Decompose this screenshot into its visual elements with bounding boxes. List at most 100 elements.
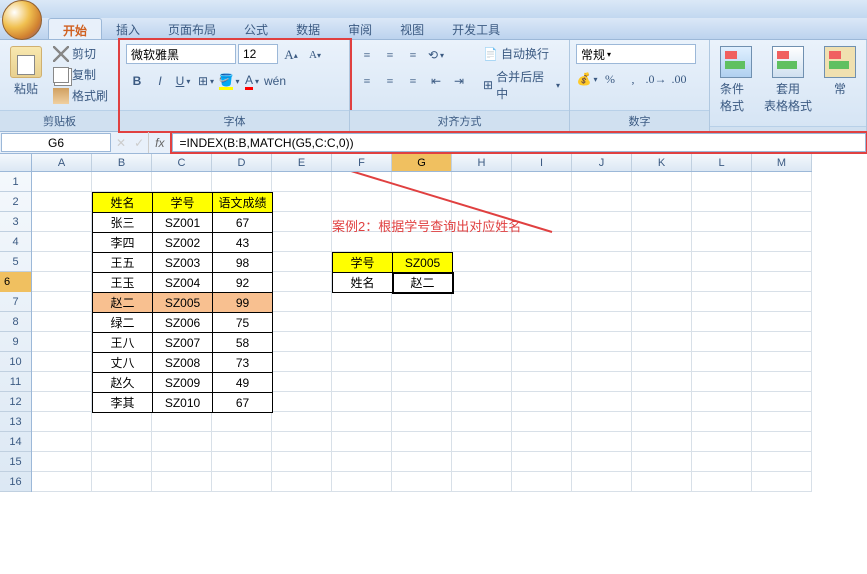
cell[interactable] (452, 372, 512, 392)
cell[interactable] (752, 472, 812, 492)
cell[interactable] (452, 472, 512, 492)
cell[interactable] (32, 452, 92, 472)
cell[interactable] (332, 192, 392, 212)
cell[interactable] (572, 332, 632, 352)
cell[interactable] (632, 292, 692, 312)
cell[interactable] (752, 252, 812, 272)
cell[interactable] (272, 432, 332, 452)
row-header-16[interactable]: 16 (0, 472, 31, 492)
cell[interactable] (572, 352, 632, 372)
cell[interactable] (332, 292, 392, 312)
grid-row[interactable] (32, 172, 867, 192)
font-size-select[interactable]: 12 (238, 44, 278, 64)
cell[interactable] (452, 312, 512, 332)
bold-button[interactable]: B (126, 70, 148, 92)
cell[interactable] (632, 252, 692, 272)
fill-color-button[interactable]: 🪣 (218, 70, 240, 92)
cell[interactable] (752, 392, 812, 412)
worksheet[interactable]: ABCDEFGHIJKLM 12345678910111213141516 姓名… (0, 154, 867, 574)
cell[interactable] (752, 452, 812, 472)
cell[interactable] (332, 172, 392, 192)
accept-formula-icon[interactable]: ✓ (134, 136, 144, 150)
cell[interactable] (32, 232, 92, 252)
formula-bar[interactable]: =INDEX(B:B,MATCH(G5,C:C,0)) (172, 133, 866, 152)
cell[interactable] (32, 172, 92, 192)
cell[interactable] (692, 232, 752, 252)
cell[interactable] (512, 292, 572, 312)
cell[interactable] (632, 212, 692, 232)
office-button[interactable] (2, 0, 42, 40)
indent-dec-button[interactable]: ⇤ (425, 70, 447, 92)
cell[interactable] (632, 392, 692, 412)
dec-decimal-button[interactable]: .00 (668, 68, 690, 90)
cell[interactable] (32, 192, 92, 212)
underline-button[interactable]: U (172, 70, 194, 92)
cell[interactable] (572, 412, 632, 432)
cell[interactable] (572, 272, 632, 292)
cell[interactable] (632, 232, 692, 252)
cell[interactable] (212, 432, 272, 452)
cell[interactable] (452, 332, 512, 352)
cell[interactable] (32, 272, 92, 292)
cell[interactable] (692, 392, 752, 412)
align-left-button[interactable]: ≡ (356, 70, 378, 92)
format-painter-button[interactable]: 格式刷 (50, 86, 111, 105)
col-header-D[interactable]: D (212, 154, 272, 171)
grid-row[interactable] (32, 412, 867, 432)
cancel-formula-icon[interactable]: ✕ (116, 136, 126, 150)
cell[interactable] (752, 352, 812, 372)
cell[interactable] (272, 272, 332, 292)
paste-button[interactable]: 粘贴 (6, 44, 46, 99)
currency-button[interactable]: 💰 (576, 68, 598, 90)
cell[interactable] (92, 172, 152, 192)
col-header-H[interactable]: H (452, 154, 512, 171)
cell[interactable] (392, 432, 452, 452)
cell[interactable] (92, 472, 152, 492)
align-center-button[interactable]: ≡ (379, 70, 401, 92)
border-button[interactable]: ⊞ (195, 70, 217, 92)
cell[interactable] (692, 212, 752, 232)
cell[interactable] (452, 392, 512, 412)
cell[interactable] (752, 212, 812, 232)
fx-icon[interactable]: fx (148, 132, 171, 153)
col-header-J[interactable]: J (572, 154, 632, 171)
cell[interactable] (272, 312, 332, 332)
cell[interactable] (392, 332, 452, 352)
row-header-1[interactable]: 1 (0, 172, 31, 192)
cell[interactable] (752, 172, 812, 192)
cell[interactable] (632, 352, 692, 372)
cell[interactable] (512, 272, 572, 292)
cell[interactable] (512, 372, 572, 392)
cell[interactable] (452, 352, 512, 372)
cell[interactable] (212, 472, 272, 492)
cell[interactable] (392, 192, 452, 212)
cell[interactable] (332, 432, 392, 452)
cell[interactable] (512, 432, 572, 452)
name-box[interactable]: G6 (1, 133, 111, 152)
cell[interactable] (752, 312, 812, 332)
cell[interactable] (272, 292, 332, 312)
cell[interactable] (692, 432, 752, 452)
row-header-14[interactable]: 14 (0, 432, 31, 452)
col-header-E[interactable]: E (272, 154, 332, 171)
row-header-9[interactable]: 9 (0, 332, 31, 352)
col-header-F[interactable]: F (332, 154, 392, 171)
cell[interactable] (272, 252, 332, 272)
cell[interactable] (32, 332, 92, 352)
tab-insert[interactable]: 插入 (102, 18, 154, 39)
cell[interactable] (32, 292, 92, 312)
cell-styles-button[interactable]: 常 (820, 44, 860, 99)
cell[interactable] (512, 172, 572, 192)
cell[interactable] (572, 432, 632, 452)
cell[interactable] (332, 352, 392, 372)
cell[interactable] (752, 272, 812, 292)
cell[interactable] (92, 412, 152, 432)
inc-decimal-button[interactable]: .0→ (645, 68, 667, 90)
tab-review[interactable]: 审阅 (334, 18, 386, 39)
cell[interactable] (752, 192, 812, 212)
phonetic-button[interactable]: wén (264, 70, 286, 92)
cell[interactable] (512, 232, 572, 252)
tab-home[interactable]: 开始 (48, 18, 102, 39)
cell[interactable] (392, 392, 452, 412)
align-top-button[interactable]: ≡ (356, 44, 378, 66)
